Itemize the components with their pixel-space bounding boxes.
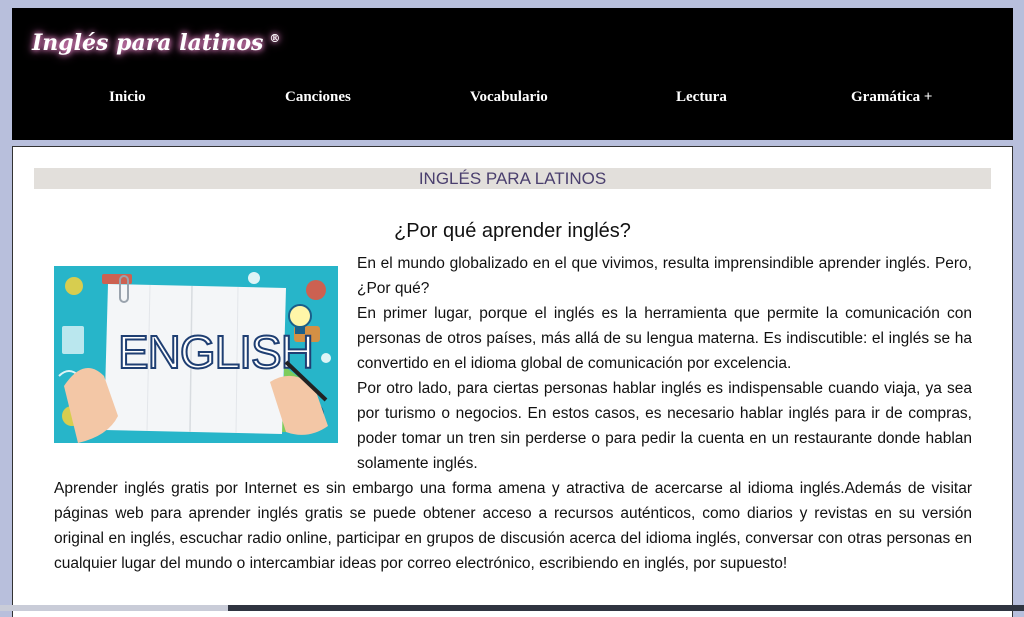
nav-item-inicio[interactable]: Inicio xyxy=(109,89,146,106)
nav-item-canciones[interactable]: Canciones xyxy=(285,89,351,106)
main-content: INGLÉS PARA LATINOS ¿Por qué aprender in… xyxy=(12,146,1013,617)
english-hero-image: ENGLISH xyxy=(54,266,338,443)
intro-paragraph-3: Por otro lado, para ciertas personas hab… xyxy=(357,380,972,472)
nav-item-gramatica[interactable]: Gramática + xyxy=(851,89,932,106)
taskbar-strip xyxy=(228,605,1024,611)
main-nav: Inicio Canciones Vocabulario Lectura Gra… xyxy=(12,84,1013,114)
site-logo[interactable]: Inglés para latinos ® xyxy=(32,30,280,56)
nav-item-lectura[interactable]: Lectura xyxy=(676,89,727,106)
nav-item-vocabulario[interactable]: Vocabulario xyxy=(470,89,548,106)
english-illustration: ENGLISH xyxy=(54,266,338,443)
english-word: ENGLISH xyxy=(118,326,313,378)
registered-mark: ® xyxy=(269,31,281,45)
intro-paragraph-2: En primer lugar, porque el inglés es la … xyxy=(357,305,972,372)
intro-text: En el mundo globalizado en el que vivimo… xyxy=(357,251,972,476)
bottom-scrollbar[interactable] xyxy=(0,605,1024,611)
body-paragraph: Aprender inglés gratis por Internet es s… xyxy=(54,480,972,572)
intro-paragraph-1: En el mundo globalizado en el que vivimo… xyxy=(357,255,972,297)
body-text: Aprender inglés gratis por Internet es s… xyxy=(54,476,972,576)
logo-text: Inglés para latinos xyxy=(32,30,264,56)
section-banner: INGLÉS PARA LATINOS xyxy=(34,168,991,189)
page-subtitle: ¿Por qué aprender inglés? xyxy=(394,220,631,242)
site-header: Inglés para latinos ® Inicio Canciones Vo… xyxy=(12,8,1013,140)
